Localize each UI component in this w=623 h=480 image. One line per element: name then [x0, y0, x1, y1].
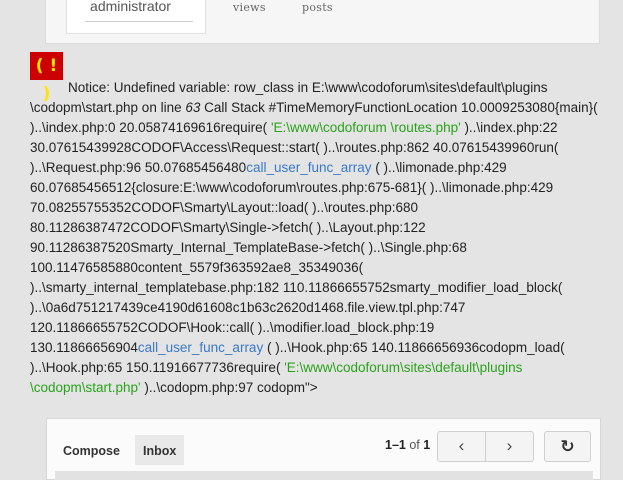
page-of: of: [409, 438, 420, 452]
chevron-left-icon: ‹: [458, 436, 465, 455]
notice-stack: ( )..\limonade.php:429 60.07685456512{cl…: [30, 160, 563, 355]
prev-page-button[interactable]: ‹: [438, 432, 486, 461]
page-total: 1: [423, 438, 431, 452]
notice-line-number: 63: [185, 100, 201, 115]
username-box: administrator: [66, 0, 206, 34]
views-stat-label: views: [233, 1, 266, 14]
refresh-icon: ↻: [560, 437, 575, 456]
profile-card: administrator views posts: [45, 0, 600, 44]
notice-path-string: 'E:\www\codoforum \routes.php': [270, 120, 461, 135]
pagination-buttons: ‹ ›: [437, 431, 534, 462]
pagination-count: 1–1 of 1: [385, 438, 430, 452]
notice-function-link[interactable]: call_user_func_array: [138, 340, 263, 355]
username-divider: [85, 21, 193, 22]
posts-stat-label: posts: [302, 1, 333, 14]
php-notice: ( ! ) Notice: Undefined variable: row_cla…: [30, 52, 615, 398]
notice-function-link[interactable]: call_user_func_array: [246, 160, 371, 175]
warning-icon: ( ! ): [30, 52, 63, 104]
page-range: 1–1: [385, 438, 406, 452]
refresh-button[interactable]: ↻: [544, 431, 591, 462]
username: administrator: [90, 0, 171, 14]
tab-compose[interactable]: Compose: [55, 435, 128, 465]
tab-inbox[interactable]: Inbox: [135, 435, 185, 465]
messages-panel: Compose Inbox 1–1 of 1 ‹ › ↻: [46, 418, 601, 480]
notice-stack: )..\codopm.php:97 codopm">: [140, 380, 318, 395]
message-list-header: [55, 471, 593, 480]
next-page-button[interactable]: ›: [486, 432, 533, 461]
chevron-right-icon: ›: [506, 436, 513, 455]
